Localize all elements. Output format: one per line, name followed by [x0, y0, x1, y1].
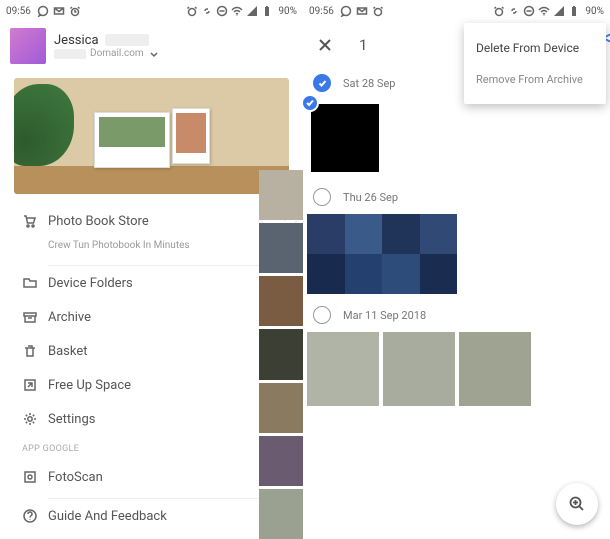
free-up-label: Free Up Space	[48, 378, 289, 393]
wifi-icon	[538, 5, 550, 17]
signal-icon	[553, 5, 565, 17]
menu-delete-from-device[interactable]: Delete From Device	[464, 33, 606, 63]
photo-thumb[interactable]	[459, 332, 531, 406]
alarm-icon	[372, 5, 384, 17]
zoom-in-button[interactable]	[556, 483, 598, 525]
promo-card[interactable]	[14, 78, 289, 194]
status-time-right: 09:56	[309, 6, 334, 17]
photo-book-sub: Crew Tun Photobook In Minutes	[0, 238, 303, 261]
date-group-row[interactable]: Mar 11 Sep 2018	[303, 300, 610, 330]
battery-text-right: 90%	[585, 6, 604, 17]
gear-icon	[22, 411, 48, 427]
guide-label: Guide And Feedback	[48, 509, 289, 524]
dnd-icon	[523, 5, 535, 17]
alarm-right-icon	[186, 5, 198, 17]
whatsapp-icon	[37, 5, 49, 17]
settings-row[interactable]: Settings	[0, 402, 303, 436]
alarm-right-icon	[493, 5, 505, 17]
left-screen: 09:56 90% Jessica Domail.com	[0, 0, 303, 539]
close-selection-button[interactable]	[315, 35, 335, 55]
photo-thumb[interactable]	[307, 214, 457, 294]
user-name: Jessica	[54, 33, 99, 48]
archive-label: Archive	[48, 310, 289, 325]
menu-remove-from-archive[interactable]: Remove From Archive	[464, 63, 606, 94]
device-folders-label: Device Folders	[48, 276, 289, 291]
thumb-row-1	[303, 98, 610, 182]
status-bar: 09:56 90%	[0, 0, 303, 22]
photo-thumb[interactable]	[383, 332, 455, 406]
selection-count: 1	[359, 36, 367, 54]
help-icon	[22, 508, 48, 524]
redacted-name	[105, 34, 149, 46]
free-up-row[interactable]: Free Up Space	[0, 368, 303, 402]
basket-row[interactable]: Basket	[0, 334, 303, 368]
fotoscan-row[interactable]: FotoScan	[0, 460, 303, 494]
mail-icon	[53, 5, 65, 17]
archive-row[interactable]: Archive	[0, 300, 303, 334]
fotoscan-icon	[22, 469, 48, 485]
group-checkbox[interactable]	[313, 306, 331, 324]
basket-label: Basket	[48, 344, 289, 359]
link-icon	[201, 5, 213, 17]
grid-peek	[259, 170, 303, 539]
photo-thumb-selected[interactable]	[307, 100, 383, 176]
thumb-row-3	[303, 330, 610, 412]
section-app-google: APP GOOGLE	[0, 436, 303, 460]
whatsapp-icon	[340, 5, 352, 17]
wifi-icon	[231, 5, 243, 17]
cart-icon	[22, 213, 48, 229]
drawer-header[interactable]: Jessica Domail.com	[0, 22, 303, 74]
thumb-row-2	[303, 212, 610, 300]
date-label: Thu 26 Sep	[343, 191, 398, 204]
photo-book-title: Photo Book Store	[48, 214, 289, 229]
date-label: Sat 28 Sep	[343, 77, 395, 90]
link-icon	[508, 5, 520, 17]
group-checkbox[interactable]	[313, 188, 331, 206]
trash-icon	[22, 343, 48, 359]
folder-icon	[22, 275, 48, 291]
mail-icon	[356, 5, 368, 17]
fotoscan-label: FotoScan	[48, 470, 269, 485]
settings-label: Settings	[48, 412, 289, 427]
battery-icon	[568, 5, 580, 17]
dnd-icon	[216, 5, 228, 17]
archive-icon	[22, 309, 48, 325]
overflow-menu: Delete From Device Remove From Archive	[464, 23, 606, 104]
photo-book-store-row[interactable]: Photo Book Store	[0, 204, 303, 238]
right-screen: 09:56 90% 1 Sat 28 Sep	[303, 0, 610, 539]
chevron-down-icon[interactable]	[148, 48, 160, 60]
free-up-icon	[22, 377, 48, 393]
avatar	[10, 28, 46, 64]
redacted-email	[54, 49, 86, 59]
group-checkbox-checked[interactable]	[313, 74, 331, 92]
battery-icon	[261, 5, 273, 17]
status-bar-right: 09:56 90%	[303, 0, 610, 22]
email-domain: Domail.com	[90, 48, 144, 59]
date-group-row[interactable]: Thu 26 Sep	[303, 182, 610, 212]
device-folders-row[interactable]: Device Folders	[0, 266, 303, 300]
date-label: Mar 11 Sep 2018	[343, 309, 426, 322]
guide-row[interactable]: Guide And Feedback	[0, 499, 303, 533]
photo-thumb[interactable]	[307, 332, 379, 406]
check-badge-icon	[301, 94, 319, 112]
signal-icon	[246, 5, 258, 17]
battery-text: 90%	[278, 6, 297, 17]
alarm-icon	[69, 5, 81, 17]
status-time: 09:56	[6, 6, 31, 17]
